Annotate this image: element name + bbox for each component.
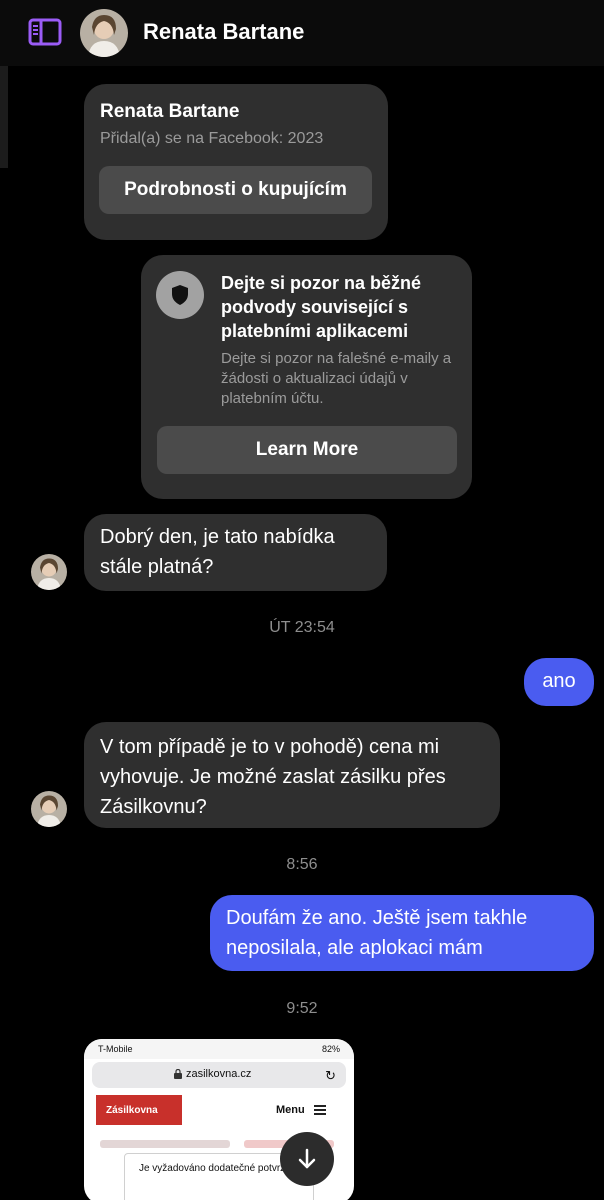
message-timestamp: ÚT 23:54	[269, 619, 335, 636]
zasilkovna-logo: Zásilkovna	[96, 1095, 182, 1125]
message-timestamp: 9:52	[286, 1000, 318, 1017]
buyer-details-button[interactable]: Podrobnosti o kupujícím	[99, 166, 372, 214]
hamburger-icon	[314, 1105, 326, 1115]
attachment-battery: 82%	[321, 1044, 340, 1054]
warning-body: Dejte si pozor na falešné e-maily a žádo…	[221, 350, 452, 407]
sidebar-toggle-icon[interactable]	[28, 18, 62, 46]
sender-avatar[interactable]	[31, 554, 67, 590]
attachment-status-bar: T-Mobile 82%	[84, 1039, 354, 1059]
contact-avatar[interactable]	[80, 9, 128, 57]
buyer-name: Renata Bartane	[100, 101, 240, 122]
attachment-menu-label: Menu	[276, 1104, 305, 1116]
lock-icon	[174, 1068, 182, 1079]
scam-warning-card: Dejte si pozor na běžné podvody souvisej…	[141, 255, 472, 499]
left-edge-divider	[0, 66, 8, 168]
scroll-to-bottom-button[interactable]	[280, 1132, 334, 1186]
attachment-url: zasilkovna.cz	[186, 1068, 252, 1080]
arrow-down-icon	[298, 1148, 316, 1169]
blurred-text	[100, 1140, 230, 1148]
chat-header: Renata Bartane	[0, 0, 604, 66]
message-timestamp: 8:56	[286, 856, 318, 873]
buyer-joined-info: Přidal(a) se na Facebook: 2023	[100, 130, 324, 147]
warning-title: Dejte si pozor na běžné podvody souvisej…	[221, 273, 422, 341]
incoming-message[interactable]: Dobrý den, je tato nabídka stále platná?	[84, 514, 387, 591]
attachment-url-bar: zasilkovna.cz ↻	[92, 1062, 346, 1088]
reload-icon: ↻	[325, 1068, 336, 1083]
incoming-message[interactable]: V tom případě je to v pohodě) cena mi vy…	[84, 722, 500, 828]
shield-icon	[156, 271, 204, 319]
learn-more-button[interactable]: Learn More	[157, 426, 457, 474]
attachment-carrier: T-Mobile	[98, 1044, 133, 1054]
outgoing-message[interactable]: ano	[524, 658, 594, 706]
outgoing-message[interactable]: Doufám že ano. Ještě jsem takhle neposil…	[210, 895, 594, 971]
buyer-profile-card: Renata Bartane Přidal(a) se na Facebook:…	[84, 84, 388, 240]
contact-name[interactable]: Renata Bartane	[143, 19, 304, 45]
sender-avatar[interactable]	[31, 791, 67, 827]
